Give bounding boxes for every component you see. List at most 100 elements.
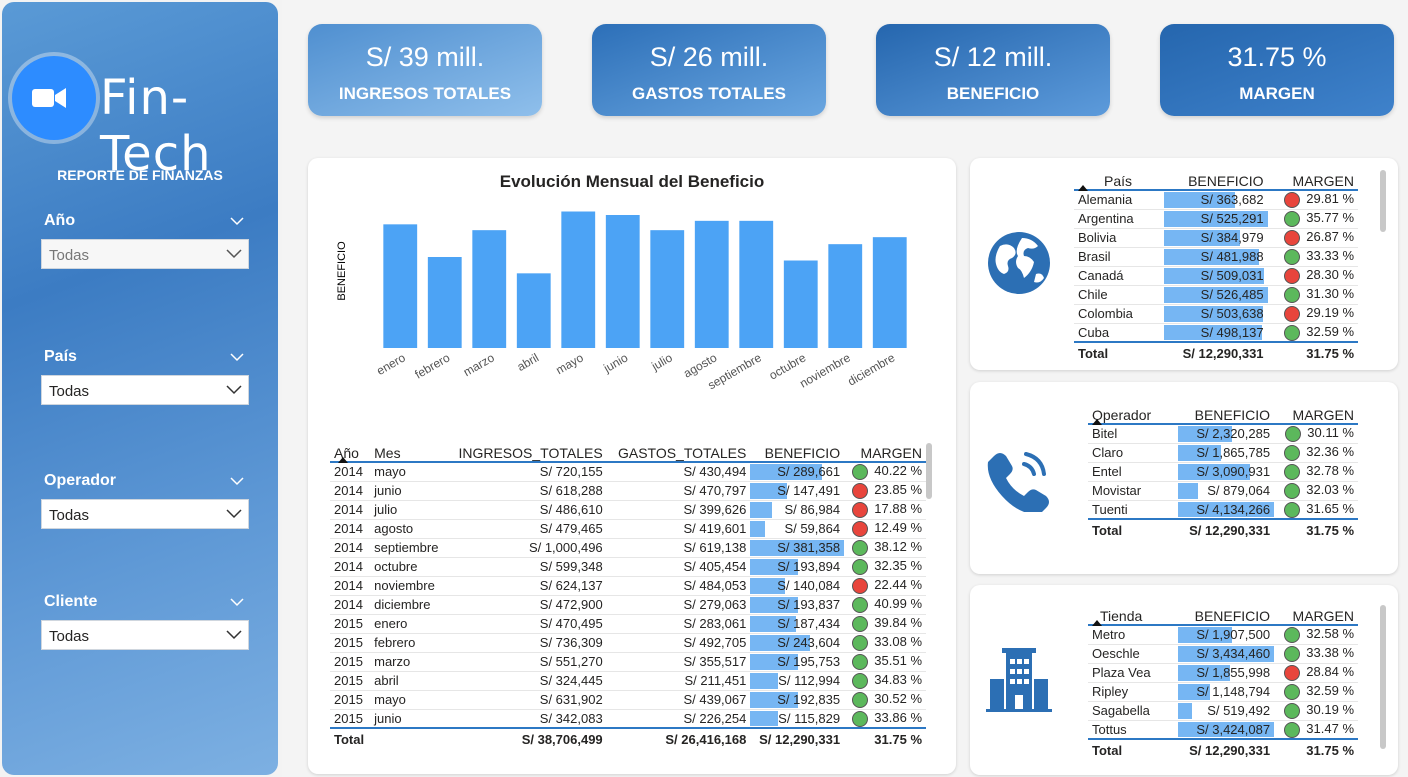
table-row[interactable]: 2014 septiembre S/ 1,000,496 S/ 619,138 S/ 3… xyxy=(330,538,926,558)
margen-cell: 32.59 % xyxy=(1267,323,1358,343)
table-row[interactable]: Metro S/ 1,907,500 32.58 % xyxy=(1088,625,1358,645)
table-row[interactable]: 2015 abril S/ 324,445 S/ 211,451 S/ 112,994 3… xyxy=(330,671,926,691)
table-row[interactable]: 2014 mayo S/ 720,155 S/ 430,494 S/ 289,661 40… xyxy=(330,462,926,482)
chevron-down-icon[interactable] xyxy=(230,474,244,488)
col-margen[interactable]: MARGEN xyxy=(1268,164,1358,190)
beneficio-value: S/ 498,137 xyxy=(1200,324,1264,340)
table-row[interactable]: 2014 julio S/ 486,610 S/ 399,626 S/ 86,984 17… xyxy=(330,500,926,520)
beneficio-cell: S/ 1,907,500 xyxy=(1178,625,1275,645)
table-row[interactable]: 2015 febrero S/ 736,309 S/ 492,705 S/ 243,60… xyxy=(330,633,926,653)
table-row[interactable]: 2014 junio S/ 618,288 S/ 470,797 S/ 147,491 2… xyxy=(330,481,926,501)
bar-junio[interactable] xyxy=(605,215,640,348)
beneficio-value: S/ 59,864 xyxy=(784,521,841,536)
total-row: Total S/ 12,290,331 31.75 % xyxy=(1088,518,1358,541)
table-row[interactable]: Oeschle S/ 3,434,460 33.38 % xyxy=(1088,644,1358,664)
operator-table-wrap: Operador BENEFICIO MARGEN Bitel S/ 2,320,… xyxy=(1088,398,1358,541)
filter-dropdown-cliente[interactable]: Todas xyxy=(41,620,249,650)
table-row[interactable]: Argentina S/ 525,291 35.77 % xyxy=(1074,209,1358,229)
col-margen[interactable]: MARGEN xyxy=(844,436,926,462)
col-gastos[interactable]: GASTOS_TOTALES xyxy=(607,436,751,462)
bar-diciembre[interactable] xyxy=(872,237,907,348)
bar-enero[interactable] xyxy=(383,224,418,348)
col-margen[interactable]: MARGEN xyxy=(1274,398,1358,424)
table-row[interactable]: 2014 diciembre S/ 472,900 S/ 279,063 S/ 193,… xyxy=(330,595,926,615)
col-ingresos[interactable]: INGRESOS_TOTALES xyxy=(446,436,606,462)
table-row[interactable]: Cuba S/ 498,137 32.59 % xyxy=(1074,323,1358,343)
ingresos-cell: S/ 472,900 xyxy=(446,595,607,615)
bar-febrero[interactable] xyxy=(427,257,462,348)
beneficio-cell: S/ 195,753 xyxy=(750,652,845,672)
beneficio-cell: S/ 1,148,794 xyxy=(1178,682,1275,702)
bar-marzo[interactable] xyxy=(472,230,507,348)
table-row[interactable]: Bitel S/ 2,320,285 30.11 % xyxy=(1088,424,1358,444)
bar-agosto[interactable] xyxy=(694,220,729,348)
table-row[interactable]: Tottus S/ 3,424,087 31.47 % xyxy=(1088,720,1358,740)
table-row[interactable]: Ripley S/ 1,148,794 32.59 % xyxy=(1088,682,1358,702)
chevron-down-icon[interactable] xyxy=(230,595,244,609)
bar-septiembre[interactable] xyxy=(739,220,774,348)
sort-asc-icon xyxy=(1078,185,1088,191)
table-row[interactable]: Chile S/ 526,485 31.30 % xyxy=(1074,285,1358,305)
chevron-down-icon[interactable] xyxy=(230,350,244,364)
bar-mayo[interactable] xyxy=(561,211,596,349)
bar-julio[interactable] xyxy=(650,230,685,348)
bar-noviembre[interactable] xyxy=(828,244,863,348)
table-row[interactable]: 2015 marzo S/ 551,270 S/ 355,517 S/ 195,753 3… xyxy=(330,652,926,672)
filter-value: Todas xyxy=(49,628,90,645)
status-green-icon xyxy=(1284,463,1301,480)
scrollbar[interactable] xyxy=(1380,170,1386,232)
col-beneficio[interactable]: BENEFICIO xyxy=(1178,398,1274,424)
col-anio[interactable]: Año xyxy=(330,436,370,463)
kpi-value: S/ 12 mill. xyxy=(933,42,1053,72)
scrollbar[interactable] xyxy=(926,443,932,499)
filter-label-operador: Operador xyxy=(44,472,117,489)
table-row[interactable]: Alemania S/ 363,682 29.81 % xyxy=(1074,190,1358,210)
col-pais[interactable]: País xyxy=(1074,164,1164,191)
margen-value: 32.03 % xyxy=(1306,482,1354,498)
chevron-down-icon[interactable] xyxy=(230,214,244,228)
table-row[interactable]: Bolivia S/ 384,979 26.87 % xyxy=(1074,228,1358,248)
scrollbar[interactable] xyxy=(1380,605,1386,749)
table-row[interactable]: Claro S/ 1,865,785 32.36 % xyxy=(1088,443,1358,463)
table-row[interactable]: Brasil S/ 481,988 33.33 % xyxy=(1074,247,1358,267)
col-tienda[interactable]: Tienda xyxy=(1088,599,1178,626)
beneficio-cell: S/ 112,994 xyxy=(750,671,845,691)
table-row[interactable]: Canadá S/ 509,031 28.30 % xyxy=(1074,266,1358,286)
col-mes[interactable]: Mes xyxy=(370,436,446,462)
table-row[interactable]: 2015 mayo S/ 631,902 S/ 439,067 S/ 192,835 30… xyxy=(330,690,926,710)
table-row[interactable]: Plaza Vea S/ 1,855,998 28.84 % xyxy=(1088,663,1358,683)
filter-dropdown-anio[interactable]: Todas xyxy=(41,239,249,269)
gastos-cell: S/ 226,254 xyxy=(606,709,751,729)
filter-dropdown-pais[interactable]: Todas xyxy=(41,375,249,405)
bar-abril[interactable] xyxy=(516,273,551,348)
name-cell: Cuba xyxy=(1074,323,1164,343)
beneficio-cell: S/ 363,682 xyxy=(1164,190,1268,210)
table-row[interactable]: 2014 noviembre S/ 624,137 S/ 484,053 S/ 140,… xyxy=(330,576,926,596)
beneficio-value: S/ 526,485 xyxy=(1200,287,1264,302)
total-ingresos: S/ 38,706,499 xyxy=(446,727,607,750)
col-operador[interactable]: Operador xyxy=(1088,398,1178,425)
table-row[interactable]: Sagabella S/ 519,492 30.19 % xyxy=(1088,701,1358,721)
table-row[interactable]: 2015 junio S/ 342,083 S/ 226,254 S/ 115,829 3… xyxy=(330,709,926,729)
margen-cell: 31.30 % xyxy=(1267,285,1358,305)
col-beneficio[interactable]: BENEFICIO xyxy=(1164,164,1268,190)
bar-octubre[interactable] xyxy=(783,260,818,349)
data-bar xyxy=(750,501,772,518)
beneficio-value: S/ 3,434,460 xyxy=(1196,646,1271,661)
col-margen[interactable]: MARGEN xyxy=(1274,599,1358,625)
margen-cell: 32.59 % xyxy=(1274,682,1358,702)
col-beneficio[interactable]: BENEFICIO xyxy=(1178,599,1274,625)
table-row[interactable]: Movistar S/ 879,064 32.03 % xyxy=(1088,481,1358,501)
col-beneficio[interactable]: BENEFICIO xyxy=(750,436,844,462)
table-row[interactable]: Tuenti S/ 4,134,266 31.65 % xyxy=(1088,500,1358,520)
table-row[interactable]: 2014 octubre S/ 599,348 S/ 405,454 S/ 193,89… xyxy=(330,557,926,577)
x-tick-label: mayo xyxy=(553,350,586,377)
table-row[interactable]: 2014 agosto S/ 479,465 S/ 419,601 S/ 59,864 1… xyxy=(330,519,926,539)
table-row[interactable]: Colombia S/ 503,638 29.19 % xyxy=(1074,304,1358,324)
filter-dropdown-operador[interactable]: Todas xyxy=(41,499,249,529)
table-row[interactable]: Entel S/ 3,090,931 32.78 % xyxy=(1088,462,1358,482)
kpi-label: INGRESOS TOTALES xyxy=(338,84,512,103)
status-green-icon xyxy=(1284,721,1301,738)
name-cell: Chile xyxy=(1074,285,1164,305)
table-row[interactable]: 2015 enero S/ 470,495 S/ 283,061 S/ 187,434 3… xyxy=(330,614,926,634)
